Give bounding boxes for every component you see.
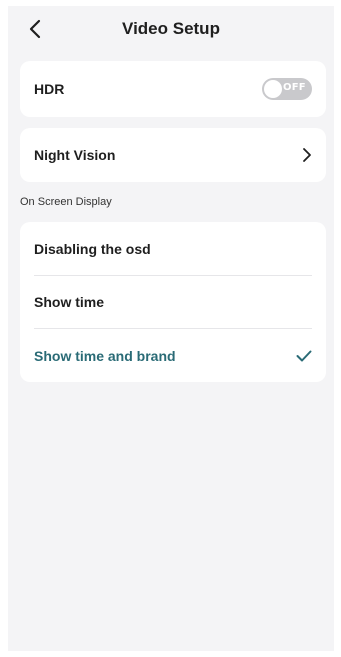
checkmark-icon <box>296 350 312 361</box>
hdr-toggle[interactable]: OFF <box>262 78 312 100</box>
night-vision-card[interactable]: Night Vision <box>20 128 326 182</box>
osd-section-title: On Screen Display <box>20 196 112 208</box>
toggle-state-text: OFF <box>283 82 306 93</box>
top-bar: Video Setup <box>8 6 334 52</box>
night-vision-label: Night Vision <box>34 147 116 163</box>
hdr-card: HDR OFF <box>20 61 326 117</box>
osd-option-label: Show time <box>34 294 105 310</box>
back-button[interactable] <box>20 14 50 44</box>
video-setup-screen: Video Setup HDR OFF Night Vision On Scre… <box>8 6 334 651</box>
osd-option-label: Show time and brand <box>34 347 176 364</box>
hdr-row: HDR OFF <box>20 61 326 117</box>
toggle-knob <box>264 80 282 98</box>
osd-options-card: Disabling the osd Show time Show time an… <box>20 222 326 382</box>
osd-option-show-time[interactable]: Show time <box>20 276 326 328</box>
osd-option-label: Disabling the osd <box>34 240 151 257</box>
osd-option-show-time-brand[interactable]: Show time and brand <box>20 329 326 382</box>
chevron-left-icon <box>29 19 41 39</box>
chevron-right-icon <box>303 148 311 162</box>
osd-option-disable[interactable]: Disabling the osd <box>20 222 326 275</box>
page-title: Video Setup <box>122 19 220 38</box>
hdr-label: HDR <box>34 81 65 97</box>
night-vision-row[interactable]: Night Vision <box>20 128 326 182</box>
